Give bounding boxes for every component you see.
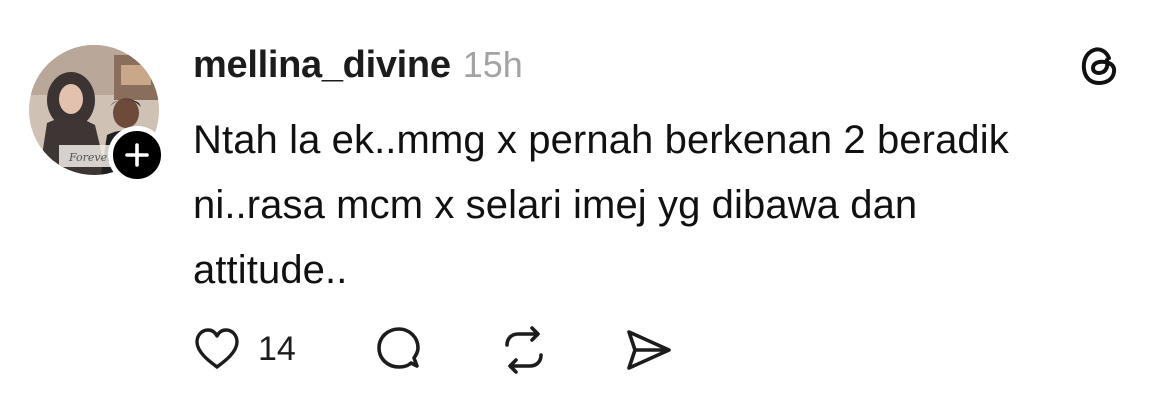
share-button[interactable] <box>623 324 675 376</box>
avatar-container[interactable]: Forever <box>29 45 166 184</box>
post-body: Ntah la ek..mmg x pernah berkenan 2 bera… <box>193 108 1143 303</box>
follow-button[interactable] <box>108 126 166 184</box>
comment-bubble-icon <box>377 327 420 369</box>
repost-button[interactable] <box>498 324 550 376</box>
timestamp[interactable]: 15h <box>463 44 523 86</box>
repost-arrows-icon <box>505 326 543 374</box>
send-icon <box>627 330 671 370</box>
avatar-caption: Forever <box>68 151 113 164</box>
post-body-line: ni..rasa mcm x selari imej yg dibawa dan <box>193 183 918 227</box>
heart-icon <box>195 328 239 369</box>
post-header: mellina_divine 15h <box>193 44 523 88</box>
like-count: 14 <box>258 330 296 368</box>
reply-button[interactable] <box>373 324 425 376</box>
like-button[interactable]: 14 <box>193 324 303 376</box>
thread-post: Forever mellina_divine 15h Ntah la ek..m… <box>0 0 1169 414</box>
username[interactable]: mellina_divine <box>193 44 451 87</box>
post-body-line: attitude.. <box>193 248 348 292</box>
plus-icon <box>125 143 149 167</box>
post-body-line: Ntah la ek..mmg x pernah berkenan 2 bera… <box>193 118 1009 162</box>
threads-logo-icon[interactable] <box>1078 44 1122 88</box>
